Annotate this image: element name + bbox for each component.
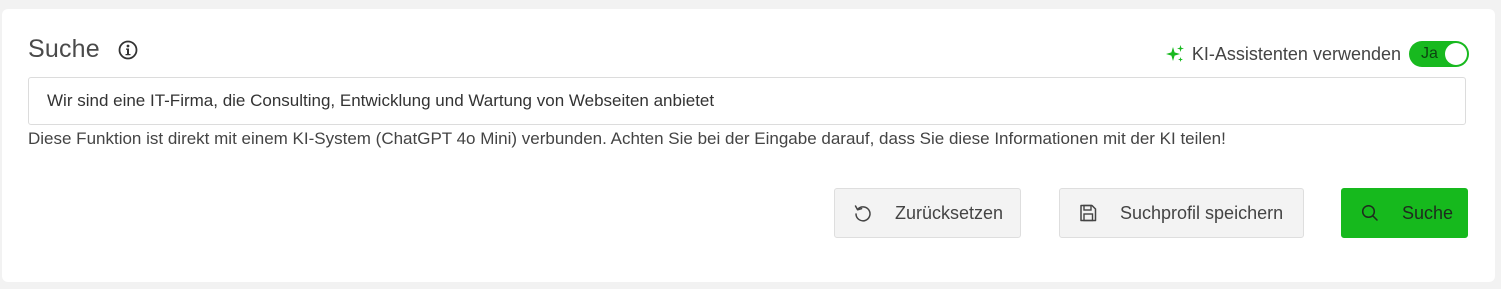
reset-button[interactable]: Zurücksetzen — [834, 188, 1021, 238]
page-title: Suche — [28, 35, 100, 63]
ai-assistant-label: KI-Assistenten verwenden — [1191, 43, 1401, 64]
ai-assistant-toggle[interactable]: Ja — [1409, 41, 1469, 67]
toggle-label: Ja — [1421, 45, 1438, 62]
search-button[interactable]: Suche — [1341, 188, 1468, 238]
sparkle-icon — [1164, 43, 1186, 65]
info-icon[interactable] — [118, 40, 138, 60]
search-icon — [1361, 204, 1378, 221]
title-row: Suche — [28, 35, 138, 64]
reset-button-label: Zurücksetzen — [895, 202, 1004, 223]
ai-hint-text: Diese Funktion ist direkt mit einem KI-S… — [28, 129, 1226, 148]
save-profile-button[interactable]: Suchprofil speichern — [1059, 188, 1304, 238]
save-icon — [1080, 204, 1097, 222]
search-input[interactable] — [28, 77, 1466, 125]
save-profile-button-label: Suchprofil speichern — [1120, 202, 1284, 223]
toggle-knob — [1445, 43, 1467, 65]
search-card: Suche KI-Assistenten verwenden Ja Diese … — [2, 9, 1495, 282]
ai-assistant-row: KI-Assistenten verwenden Ja — [1164, 41, 1469, 67]
search-button-label: Suche — [1402, 202, 1454, 223]
reset-icon — [854, 205, 871, 222]
